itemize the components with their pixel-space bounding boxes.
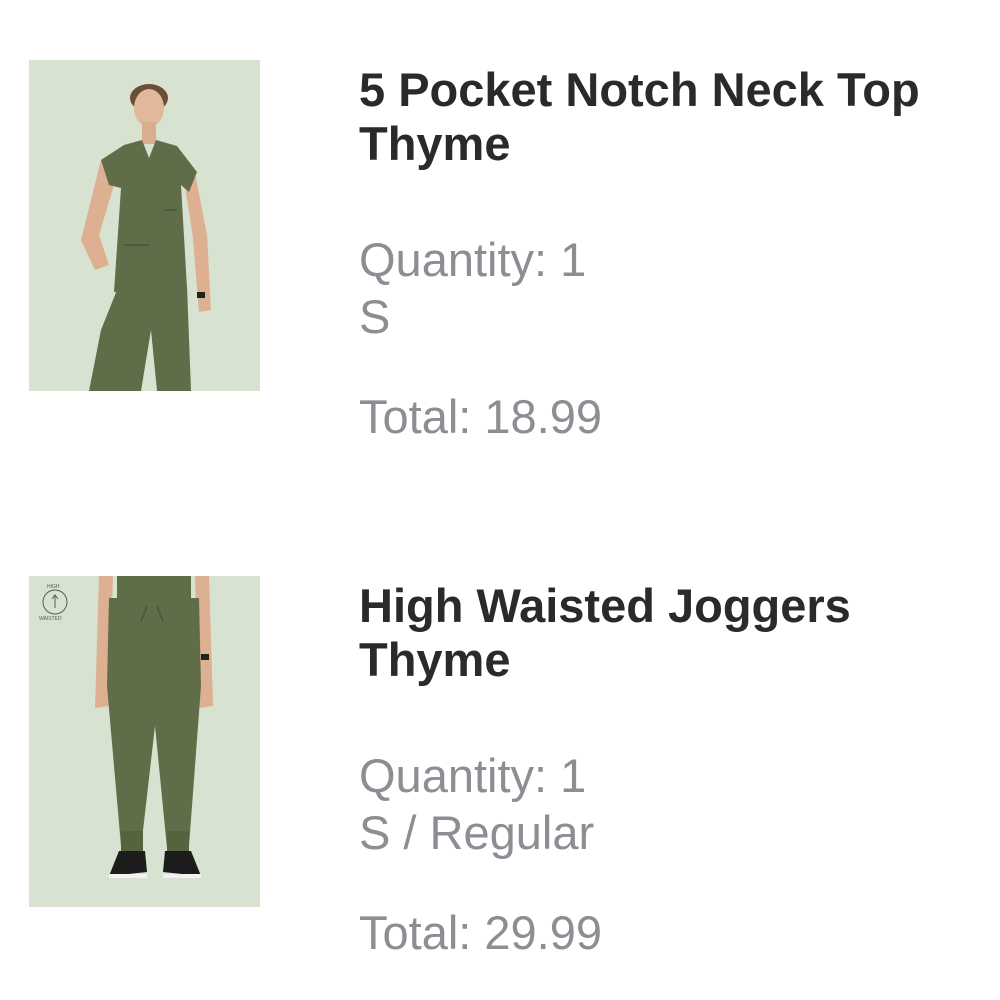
item-details: High Waisted Joggers Thyme Quantity: 1 S…: [359, 579, 1000, 961]
product-image[interactable]: [29, 60, 260, 391]
item-name: High Waisted Joggers: [359, 579, 851, 632]
item-variant: S / Regular: [359, 806, 595, 859]
order-items-page: 5 Pocket Notch Neck Top Thyme Quantity: …: [0, 0, 1000, 1000]
item-title[interactable]: 5 Pocket Notch Neck Top Thyme: [359, 63, 1000, 171]
item-details: 5 Pocket Notch Neck Top Thyme Quantity: …: [359, 63, 1000, 445]
badge-text-high: HIGH: [47, 584, 60, 590]
item-color: Thyme: [359, 117, 511, 170]
item-color: Thyme: [359, 633, 511, 686]
item-name: 5 Pocket Notch Neck Top: [359, 63, 920, 116]
scrub-top-photo-icon: [29, 60, 260, 391]
item-variant: S: [359, 290, 391, 343]
item-total: Total: 18.99: [359, 390, 603, 443]
joggers-photo-icon: HIGH WAISTED: [29, 576, 260, 907]
item-quantity: Quantity: 1: [359, 749, 587, 802]
item-title[interactable]: High Waisted Joggers Thyme: [359, 579, 1000, 687]
badge-text-waisted: WAISTED: [39, 616, 62, 622]
item-quantity: Quantity: 1: [359, 233, 587, 286]
order-item: 5 Pocket Notch Neck Top Thyme Quantity: …: [0, 0, 1000, 516]
order-item: HIGH WAISTED High Waisted Joggers Thyme …: [0, 516, 1000, 1000]
item-meta: Quantity: 1 S: [359, 231, 1000, 345]
item-total: Total: 29.99: [359, 906, 603, 959]
item-meta: Quantity: 1 S / Regular: [359, 747, 1000, 861]
product-image[interactable]: HIGH WAISTED: [29, 576, 260, 907]
